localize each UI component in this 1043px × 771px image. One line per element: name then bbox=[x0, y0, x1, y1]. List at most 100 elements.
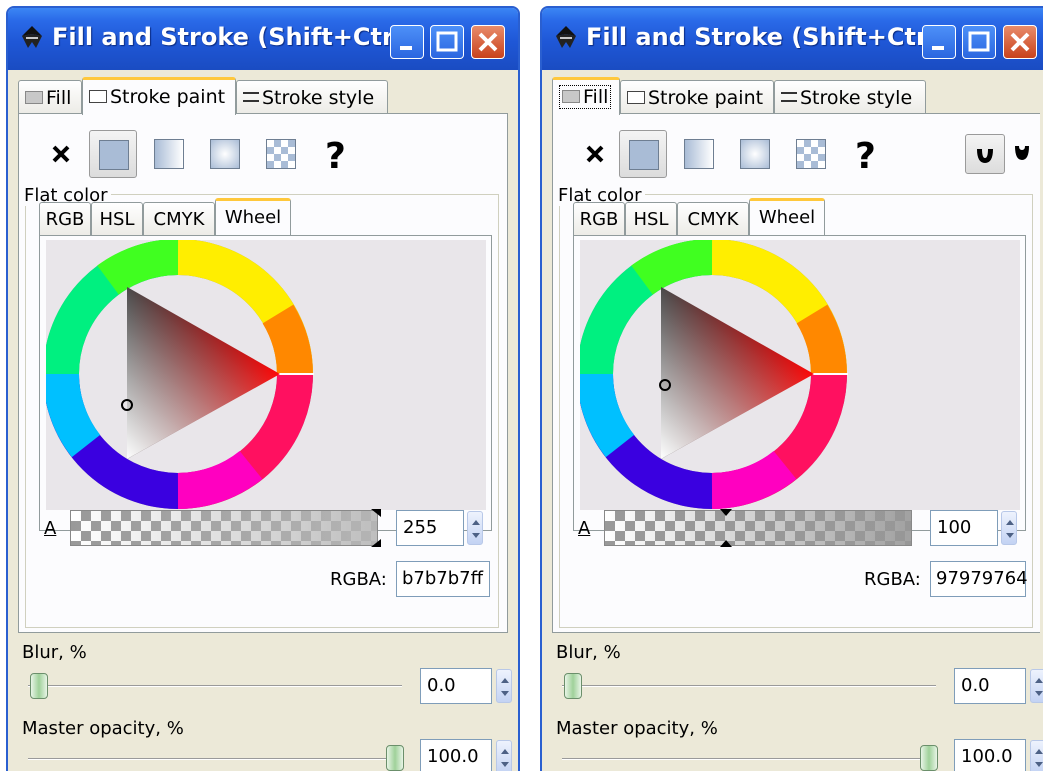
flat-color-button[interactable] bbox=[89, 130, 137, 178]
fill-stroke-window-right: Fill and Stroke (Shift+Ctr... Fill Strok… bbox=[540, 6, 1043, 771]
question-icon: ? bbox=[325, 136, 346, 177]
color-wheel-area[interactable] bbox=[43, 238, 486, 510]
alpha-slider-marker[interactable] bbox=[719, 509, 733, 547]
close-icon bbox=[478, 32, 498, 52]
linear-gradient-icon bbox=[684, 139, 714, 169]
blur-slider-track[interactable] bbox=[28, 685, 402, 687]
tab-fill[interactable]: Fill bbox=[18, 80, 82, 114]
maximize-button[interactable] bbox=[962, 25, 996, 59]
tab-rgb[interactable]: RGB bbox=[573, 202, 625, 236]
tab-wheel[interactable]: Wheel bbox=[749, 198, 825, 236]
alpha-spin-button[interactable] bbox=[1001, 511, 1017, 545]
minimize-button[interactable] bbox=[922, 25, 956, 59]
tab-cmyk[interactable]: CMYK bbox=[677, 202, 749, 236]
spin-arrows-icon bbox=[501, 749, 509, 767]
tab-hsl[interactable]: HSL bbox=[625, 202, 677, 236]
spin-arrows-icon bbox=[1035, 678, 1043, 696]
spin-arrows-icon bbox=[1006, 520, 1014, 538]
radial-gradient-icon bbox=[740, 139, 770, 169]
tab-cmyk[interactable]: CMYK bbox=[143, 202, 215, 236]
alpha-slider[interactable] bbox=[604, 509, 912, 547]
title-bar[interactable]: Fill and Stroke (Shift+Ctr... bbox=[8, 8, 518, 70]
opacity-slider-track[interactable] bbox=[28, 758, 400, 760]
window-title: Fill and Stroke (Shift+Ctr... bbox=[52, 23, 418, 51]
master-opacity-label: Master opacity, % bbox=[556, 718, 718, 739]
rgba-input[interactable]: 97979764 bbox=[930, 561, 1028, 597]
rgba-input[interactable]: b7b7b7ff bbox=[396, 561, 490, 597]
alpha-label: A bbox=[44, 518, 57, 539]
svg-text:?: ? bbox=[325, 136, 346, 177]
minimize-icon bbox=[400, 46, 412, 50]
linear-gradient-button[interactable] bbox=[145, 130, 193, 178]
linear-gradient-icon bbox=[154, 139, 184, 169]
no-paint-button[interactable] bbox=[571, 130, 619, 178]
fill-stroke-window-left: Fill and Stroke (Shift+Ctr... Fill Strok… bbox=[6, 6, 520, 771]
spin-arrows-icon bbox=[1035, 749, 1043, 767]
blur-label: Blur, % bbox=[22, 642, 87, 663]
alpha-value-input[interactable]: 255 bbox=[396, 510, 464, 546]
opacity-slider-thumb[interactable] bbox=[920, 745, 938, 771]
title-bar[interactable]: Fill and Stroke (Shift+Ctr... bbox=[542, 8, 1043, 70]
spin-arrows-icon bbox=[501, 678, 509, 696]
fill-rule-evenodd-icon bbox=[977, 149, 993, 163]
blur-spin-button[interactable] bbox=[496, 669, 512, 703]
close-button[interactable] bbox=[1003, 25, 1037, 59]
opacity-value-input[interactable]: 100.0 bbox=[420, 739, 492, 771]
linear-gradient-button[interactable] bbox=[675, 130, 723, 178]
color-wheel-panel: A 255 RGBA: b7b7b7ff bbox=[39, 235, 492, 597]
x-icon bbox=[586, 145, 604, 163]
opacity-value-input[interactable]: 100.0 bbox=[954, 739, 1026, 771]
tab-fill[interactable]: Fill bbox=[552, 77, 620, 115]
inkscape-icon bbox=[556, 26, 576, 48]
radial-gradient-button[interactable] bbox=[201, 130, 249, 178]
no-paint-button[interactable] bbox=[37, 130, 85, 178]
fill-rule-nonzero-button[interactable] bbox=[1007, 134, 1039, 174]
tab-stroke-paint[interactable]: Stroke paint bbox=[82, 77, 236, 115]
fill-rule-nonzero-icon bbox=[1015, 146, 1029, 160]
pattern-button[interactable] bbox=[257, 130, 305, 178]
maximize-button[interactable] bbox=[430, 25, 464, 59]
opacity-slider-thumb[interactable] bbox=[386, 745, 404, 771]
color-wheel[interactable] bbox=[43, 238, 486, 510]
alpha-slider[interactable] bbox=[70, 509, 381, 547]
fill-panel: ? Flat color RGB HSL CMYK Wheel A 100 RG… bbox=[552, 113, 1040, 633]
rgba-label: RGBA: bbox=[330, 569, 387, 590]
fill-icon bbox=[562, 89, 580, 103]
tab-wheel[interactable]: Wheel bbox=[215, 198, 291, 236]
rgba-label: RGBA: bbox=[864, 569, 921, 590]
opacity-spin-button[interactable] bbox=[496, 740, 512, 771]
flat-color-button[interactable] bbox=[619, 130, 667, 178]
alpha-slider-marker[interactable] bbox=[371, 509, 383, 547]
pattern-button[interactable] bbox=[787, 130, 835, 178]
radial-gradient-button[interactable] bbox=[731, 130, 779, 178]
blur-spin-button[interactable] bbox=[1030, 669, 1043, 703]
blur-slider-thumb[interactable] bbox=[30, 673, 48, 699]
svg-text:?: ? bbox=[855, 136, 876, 177]
alpha-spin-button[interactable] bbox=[467, 511, 483, 545]
blur-value-input[interactable]: 0.0 bbox=[954, 668, 1026, 704]
minimize-button[interactable] bbox=[390, 25, 424, 59]
unset-paint-button[interactable]: ? bbox=[313, 130, 361, 178]
tab-stroke-style[interactable]: Stroke style bbox=[236, 80, 388, 114]
tab-rgb[interactable]: RGB bbox=[39, 202, 91, 236]
flat-color-icon bbox=[99, 140, 129, 170]
blur-slider-track[interactable] bbox=[562, 685, 936, 687]
blur-slider-thumb[interactable] bbox=[564, 673, 582, 699]
opacity-slider-track[interactable] bbox=[562, 758, 934, 760]
fill-icon bbox=[25, 90, 43, 104]
flat-color-icon bbox=[629, 140, 659, 170]
tab-stroke-paint[interactable]: Stroke paint bbox=[620, 80, 774, 114]
pattern-icon bbox=[266, 139, 296, 169]
fill-rule-evenodd-button[interactable] bbox=[965, 134, 1005, 174]
unset-paint-button[interactable]: ? bbox=[843, 130, 891, 178]
blur-value-input[interactable]: 0.0 bbox=[420, 668, 492, 704]
minimize-icon bbox=[932, 46, 944, 50]
tab-hsl[interactable]: HSL bbox=[91, 202, 143, 236]
color-wheel-area[interactable] bbox=[577, 238, 1020, 510]
opacity-spin-button[interactable] bbox=[1030, 740, 1043, 771]
window-title: Fill and Stroke (Shift+Ctr... bbox=[586, 23, 952, 51]
alpha-value-input[interactable]: 100 bbox=[930, 510, 998, 546]
close-button[interactable] bbox=[471, 25, 505, 59]
tab-stroke-style[interactable]: Stroke style bbox=[774, 80, 926, 114]
color-wheel[interactable] bbox=[577, 238, 1020, 510]
